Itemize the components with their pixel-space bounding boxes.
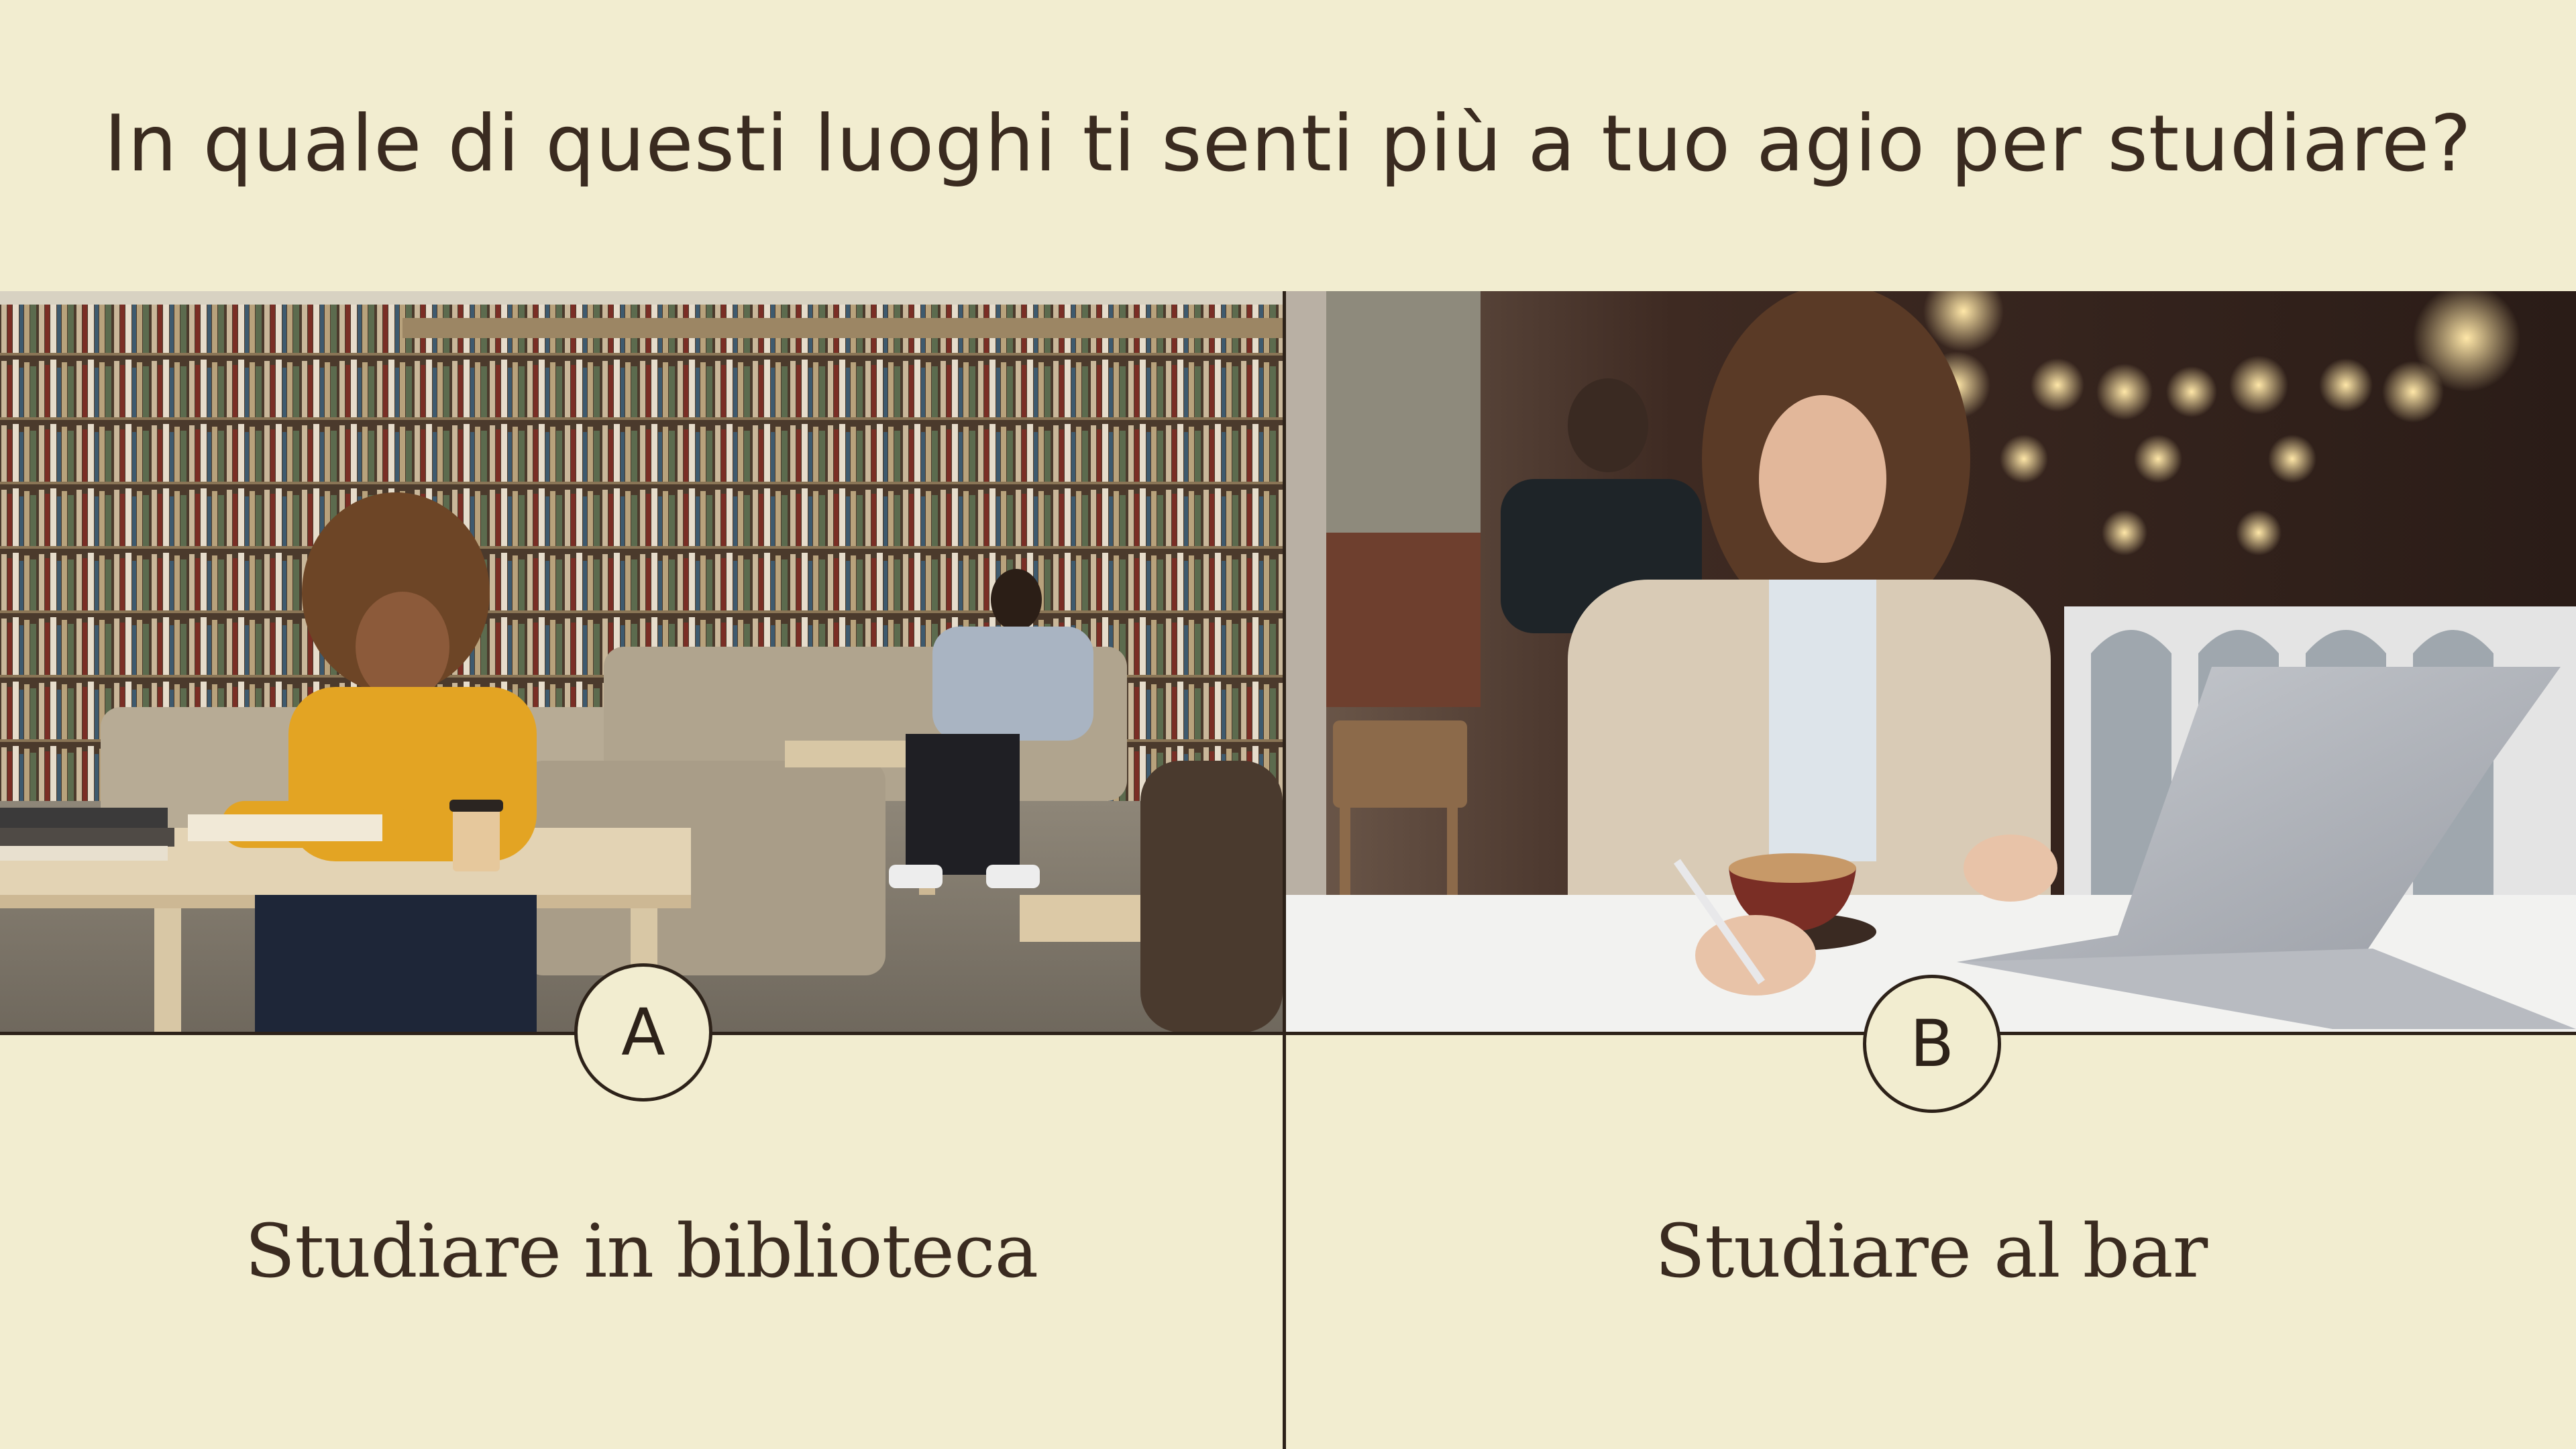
- option-b-badge[interactable]: B: [1863, 975, 2001, 1113]
- option-b-label[interactable]: Studiare al bar: [1286, 1201, 2576, 1301]
- horizontal-divider: [0, 1032, 2576, 1035]
- question-title: In quale di questi luoghi ti senti più a…: [104, 99, 2472, 189]
- option-a-label[interactable]: Studiare in biblioteca: [0, 1201, 1283, 1301]
- option-a-photo[interactable]: [0, 291, 1283, 1032]
- cafe-photo: [1286, 291, 2576, 1032]
- option-a-badge[interactable]: A: [574, 963, 712, 1102]
- option-b-photo[interactable]: [1286, 291, 2576, 1032]
- library-photo: [0, 291, 1283, 1032]
